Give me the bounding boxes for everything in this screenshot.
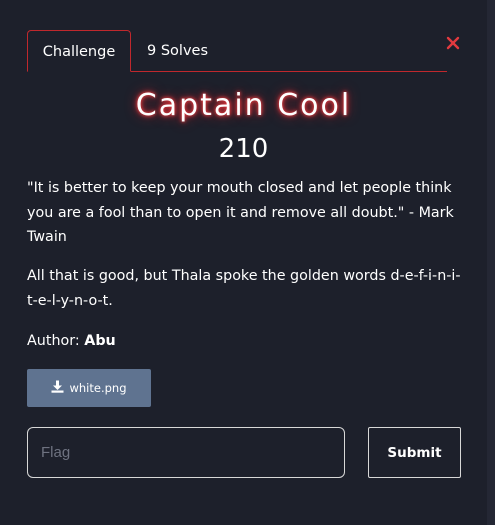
scrollbar-track[interactable]: [487, 0, 495, 525]
challenge-description-hint: All that is good, but Thala spoke the go…: [27, 268, 461, 309]
close-icon[interactable]: [444, 34, 462, 52]
challenge-description-quote: "It is better to keep your mouth closed …: [27, 180, 454, 245]
tab-challenge[interactable]: Challenge: [27, 30, 131, 72]
tab-solves[interactable]: 9 Solves: [147, 30, 227, 72]
challenge-modal: Challenge 9 Solves Captain Cool 210 "It …: [0, 0, 495, 525]
file-download-button[interactable]: white.png: [27, 369, 151, 407]
challenge-title: Captain Cool: [135, 88, 352, 123]
flag-input[interactable]: [27, 427, 345, 478]
author-name: Abu: [84, 333, 116, 349]
submit-button[interactable]: Submit: [368, 427, 461, 478]
challenge-points: 210: [218, 134, 269, 164]
author-line: Author: Abu: [27, 330, 116, 352]
author-label: Author:: [27, 333, 80, 349]
download-icon: [51, 380, 64, 396]
tab-bar: Challenge 9 Solves: [27, 30, 447, 72]
file-name: white.png: [69, 381, 127, 395]
